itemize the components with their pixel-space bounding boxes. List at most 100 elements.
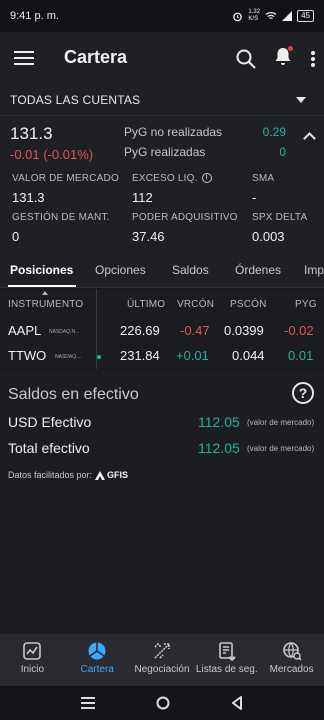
cash-row-value: 112.05 (198, 414, 240, 430)
metric-label-text: EXCESO LIQ. (132, 173, 198, 184)
nav-label: Negociación (134, 664, 190, 675)
globe-search-icon (282, 642, 302, 661)
positions-table: INSTRUMENTO ÚLTIMO VRCÓN PSCÓN PYG AAPL … (0, 289, 324, 369)
portfolio-tabs: Posiciones Opciones Saldos Órdenes Imp (0, 254, 324, 288)
table-row[interactable]: TTWO NASDAQ.... 231.84 +0.01 0.044 0.01 (0, 344, 324, 369)
row-change: -0.47 (180, 323, 210, 338)
portfolio-change: -0.01 (-0.01%) (10, 147, 94, 162)
notifications-button[interactable] (274, 46, 293, 71)
metric-value: 37.46 (132, 229, 165, 244)
nav-listas[interactable]: Listas de seg. (194, 634, 259, 686)
active-tab-indicator (8, 285, 76, 287)
net-speed: 1.32 K/S (248, 9, 261, 22)
row-symbol: AAPL (8, 323, 42, 338)
header-pscon[interactable]: PSCÓN (230, 299, 267, 310)
data-provider-label: Datos facilitados por: (8, 470, 93, 480)
page-title: Cartera (64, 47, 128, 67)
wifi-icon (265, 12, 277, 20)
metric-value: 112 (132, 190, 153, 205)
app-bar: Cartera (0, 32, 324, 84)
row-exchange: NASDAQ.... (55, 354, 82, 360)
header-vrcon[interactable]: VRCÓN (177, 299, 214, 310)
cash-balances-section: Saldos en efectivo ? USD Efectivo 112.05… (0, 370, 324, 634)
gfis-logo: GFIS (95, 470, 128, 480)
account-label: TODAS LAS CUENTAS (10, 92, 141, 107)
table-row[interactable]: AAPL NASDAQ.N... 226.69 -0.47 0.0399 -0.… (0, 319, 324, 344)
status-icons: 1.32 K/S 45 (232, 9, 314, 23)
row-exchange: NASDAQ.N... (49, 329, 80, 335)
nav-inicio[interactable]: Inicio (0, 634, 65, 686)
notification-badge (288, 46, 293, 51)
metric-label: SPX DELTA (252, 212, 308, 223)
pie-chart-icon (88, 642, 106, 660)
tab-opciones[interactable]: Opciones (95, 263, 146, 277)
tab-ordenes[interactable]: Órdenes (235, 263, 281, 277)
home-chart-icon (23, 642, 42, 660)
metric-label: VALOR DE MERCADO (12, 173, 119, 184)
metric-value: - (252, 190, 257, 205)
metric-value: 0.003 (252, 229, 285, 244)
row-last: 226.69 (120, 323, 160, 338)
row-last: 231.84 (120, 348, 160, 363)
metric-label: PODER ADQUISITIVO (132, 212, 238, 223)
row-symbol: TTWO (8, 348, 47, 363)
cash-row-label: USD Efectivo (8, 414, 92, 430)
recents-icon[interactable] (80, 697, 95, 709)
tab-more[interactable]: Imp (304, 263, 324, 277)
pyg-realized-value: 0 (279, 145, 286, 159)
battery-icon: 45 (297, 10, 314, 22)
menu-icon[interactable] (14, 50, 36, 66)
metric-label: EXCESO LIQ. i (132, 173, 212, 184)
gfis-logo-icon (95, 470, 106, 480)
row-pscon: 0.0399 (224, 323, 264, 338)
nav-label: Listas de seg. (195, 664, 258, 675)
bottom-nav: Inicio Cartera Negociación Listas de seg… (0, 634, 324, 686)
cash-row-value: 112.05 (198, 440, 240, 456)
metric-label: GESTIÓN DE MANT. (12, 212, 110, 223)
collapse-chevron-icon[interactable] (303, 132, 316, 145)
help-icon[interactable]: ? (292, 382, 314, 404)
nav-label: Cartera (80, 664, 114, 675)
tab-posiciones[interactable]: Posiciones (10, 263, 73, 277)
back-icon[interactable] (231, 696, 243, 710)
row-pyg: -0.02 (284, 323, 314, 338)
tab-saldos[interactable]: Saldos (172, 263, 209, 277)
signal-icon (282, 11, 293, 21)
cash-row-note: (valor de mercado) (247, 418, 315, 427)
data-provider: Datos facilitados por: GFIS (8, 470, 128, 480)
metric-label: SMA (252, 173, 275, 184)
header-pyg[interactable]: PYG (295, 299, 317, 310)
info-icon[interactable]: i (201, 173, 212, 184)
status-bar: 9:41 p. m. 1.32 K/S 45 (0, 0, 324, 32)
market-open-dot (97, 355, 101, 359)
nav-cartera[interactable]: Cartera (65, 634, 130, 686)
sort-ascending-icon[interactable] (42, 291, 48, 295)
metric-value: 131.3 (12, 190, 45, 205)
watchlist-icon (218, 642, 236, 661)
pyg-realized-label: PyG realizadas (124, 145, 206, 159)
header-instrumento[interactable]: INSTRUMENTO (8, 299, 83, 310)
status-time: 9:41 p. m. (10, 10, 59, 22)
nav-label: Mercados (269, 664, 314, 675)
row-pscon: 0.044 (232, 348, 265, 363)
row-pyg: 0.01 (288, 348, 314, 363)
home-icon[interactable] (156, 696, 170, 710)
row-change: +0.01 (176, 348, 209, 363)
more-options-icon[interactable] (310, 50, 316, 68)
nav-label: Inicio (20, 664, 45, 675)
pyg-unrealized-value: 0.29 (262, 125, 286, 139)
metric-value: 0 (12, 229, 20, 244)
nav-negociacion[interactable]: Negociación (130, 634, 195, 686)
pyg-unrealized-label: PyG no realizadas (124, 125, 223, 139)
alarm-icon (233, 12, 243, 21)
nav-mercados[interactable]: Mercados (259, 634, 324, 686)
portfolio-value: 131.3 (10, 124, 53, 143)
gfis-logo-text: GFIS (107, 470, 129, 480)
cash-row-note: (valor de mercado) (247, 444, 315, 453)
account-selector[interactable]: TODAS LAS CUENTAS (0, 84, 324, 116)
search-icon[interactable] (236, 49, 256, 69)
app-actions (236, 46, 316, 71)
cash-row-label: Total efectivo (8, 440, 90, 456)
caret-down-icon (296, 96, 306, 103)
header-ultimo[interactable]: ÚLTIMO (127, 299, 165, 310)
